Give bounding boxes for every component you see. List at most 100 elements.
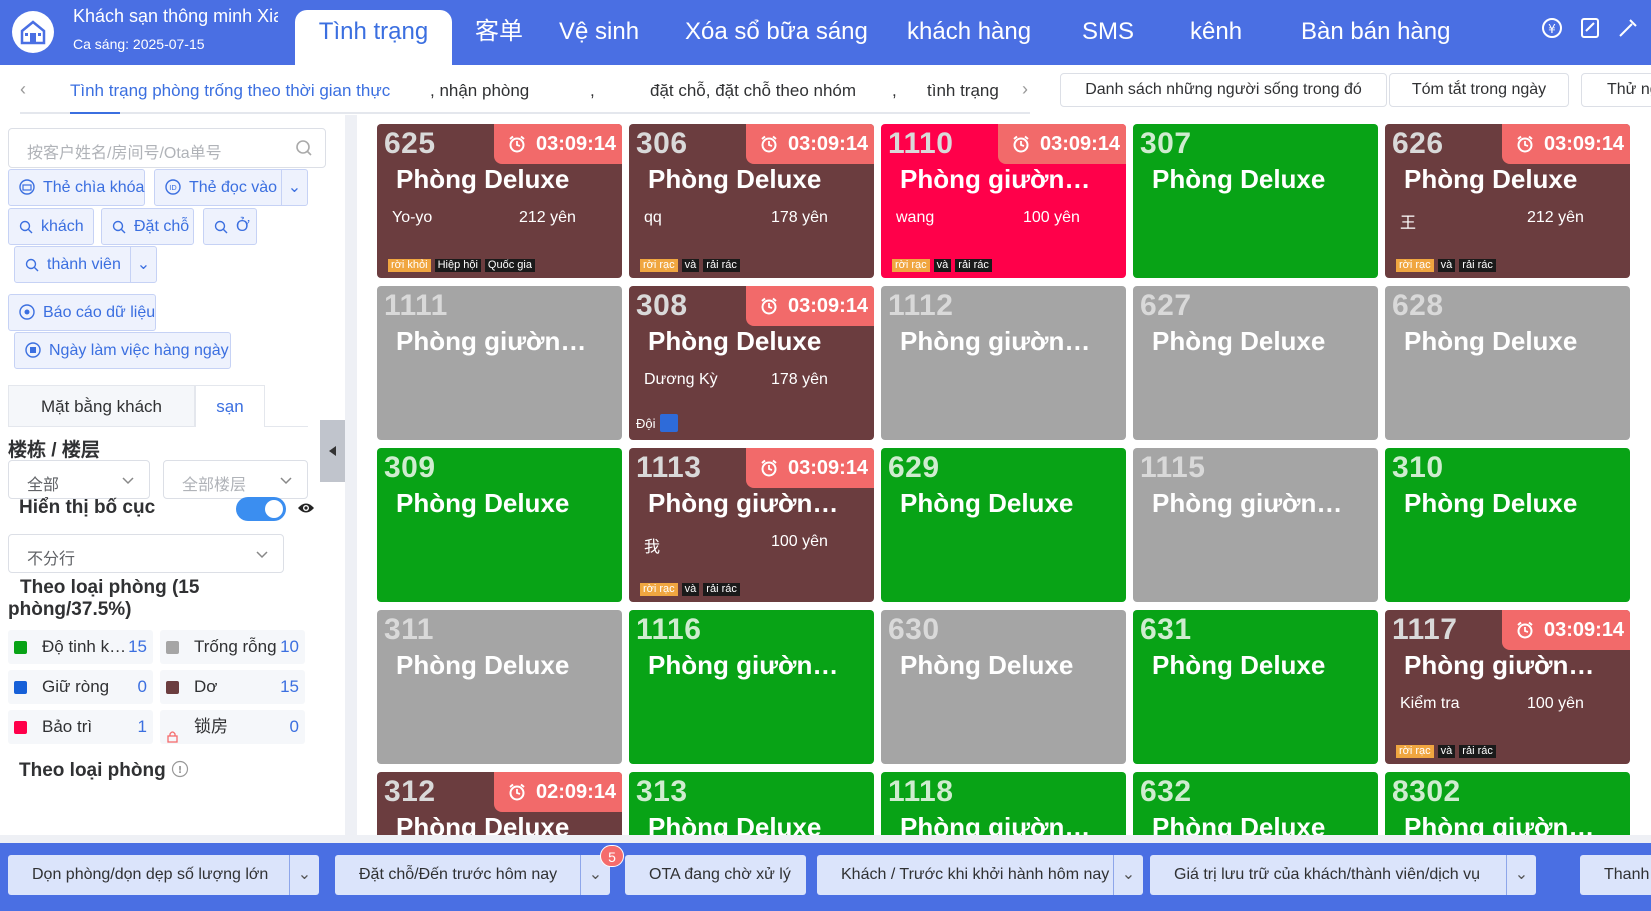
chevron-down-icon[interactable]: ⌄ <box>130 247 156 282</box>
chevron-down-icon[interactable]: ⌄ <box>281 170 307 205</box>
workday-label: Ngày làm việc hàng ngày <box>49 342 229 359</box>
workday-button[interactable]: Ngày làm việc hàng ngày <box>14 332 231 369</box>
guest-name: Yo-yo <box>392 209 433 226</box>
ota-pending-button[interactable]: OTA đang chờ xử lý <box>625 855 806 895</box>
room-card-1115[interactable]: 1115 Phòng giường đôi <box>1133 448 1378 602</box>
member-search-button[interactable]: thành viên ⌄ <box>14 246 157 283</box>
chevron-right-icon[interactable]: › <box>1022 79 1028 100</box>
subtab-active-indicator <box>70 112 120 114</box>
layout-toggle[interactable] <box>236 497 286 521</box>
room-card-311[interactable]: 311 Phòng Deluxe <box>377 610 622 764</box>
stat-reserved[interactable]: Giữ ròng 0 <box>8 670 153 704</box>
booking-arrivals-button[interactable]: Đặt chỗ/Đến trước hôm nay ⌄ <box>335 855 610 895</box>
nav-channel[interactable]: kênh <box>1190 10 1301 65</box>
shift-label: Ca sáng: 2025-07-15 <box>73 36 205 52</box>
room-card-310[interactable]: 310 Phòng Deluxe <box>1385 448 1630 602</box>
room-card-629[interactable]: 629 Phòng Deluxe <box>881 448 1126 602</box>
room-card-306[interactable]: 306 Phòng Deluxe 03:09:14 qq 178 yên rời rạc v… <box>629 124 874 278</box>
daily-summary-button[interactable]: Tóm tắt trong ngày <box>1389 73 1569 107</box>
guest-name: 我 <box>644 539 661 556</box>
room-card-632[interactable]: 632 Phòng Deluxe <box>1133 772 1378 835</box>
read-card-button[interactable]: ID Thẻ đọc vào ⌄ <box>154 169 308 206</box>
nav-breakfast[interactable]: Xóa sổ bữa sáng <box>685 10 907 65</box>
bulk-cleaning-button[interactable]: Dọn phòng/dọn dẹp số lượng lớn ⌄ <box>8 855 319 895</box>
data-report-button[interactable]: Báo cáo dữ liệu <box>8 294 156 331</box>
stored-value-button[interactable]: Giá trị lưu trữ của khách/thành viên/dịc… <box>1150 855 1536 895</box>
room-tag: và <box>681 583 700 596</box>
chevron-down-icon[interactable]: ⌄ <box>1113 855 1143 895</box>
room-card-309[interactable]: 309 Phòng Deluxe <box>377 448 622 602</box>
room-card-1112[interactable]: 1112 Phòng giường đôi <box>881 286 1126 440</box>
room-card-631[interactable]: 631 Phòng Deluxe <box>1133 610 1378 764</box>
room-card-1117[interactable]: 1117 Phòng giường đôi 03:09:14 Kiểm tra 100 … <box>1385 610 1630 764</box>
room-card-625[interactable]: 625 Phòng Deluxe 03:09:14 Yo-yo 212 yên rời k… <box>377 124 622 278</box>
booking-search-button[interactable]: Đặt chỗ <box>101 208 194 245</box>
chevron-left-icon[interactable]: ‹ <box>20 79 26 100</box>
stat-dirty[interactable]: Dơ 15 <box>160 670 305 704</box>
room-card-627[interactable]: 627 Phòng Deluxe <box>1133 286 1378 440</box>
room-number: 306 <box>636 127 688 160</box>
nav-customers[interactable]: khách hàng <box>907 10 1082 65</box>
room-card-628[interactable]: 628 Phòng Deluxe <box>1385 286 1630 440</box>
guest-search-button[interactable]: khách <box>8 208 94 245</box>
room-tags: rời rạc và rải rác <box>1396 259 1496 272</box>
stay-search-button[interactable]: Ở <box>203 208 257 245</box>
nav-cleaning[interactable]: Vệ sinh <box>552 10 685 65</box>
room-card-307[interactable]: 307 Phòng Deluxe <box>1133 124 1378 278</box>
room-card-1118[interactable]: 1118 Phòng giường đôi <box>881 772 1126 835</box>
room-tag: rải rác <box>1459 745 1496 758</box>
stat-color-swatch <box>14 681 27 694</box>
eye-icon[interactable] <box>297 501 315 520</box>
room-tag: rải rác <box>1459 259 1496 272</box>
nav-status[interactable]: Tình trạng <box>295 10 452 65</box>
room-card-626[interactable]: 626 Phòng Deluxe 03:09:14 王 212 yên rời rạc và… <box>1385 124 1630 278</box>
nav-sms[interactable]: SMS <box>1082 10 1190 65</box>
room-card-1110[interactable]: 1110 Phòng giường đôi 03:09:14 wang 100 yên r… <box>881 124 1126 278</box>
chevron-down-icon[interactable]: ⌄ <box>1506 855 1536 895</box>
room-type: Phòng Deluxe <box>1404 164 1578 194</box>
edit-document-icon[interactable] <box>1578 16 1604 42</box>
room-card-1116[interactable]: 1116 Phòng giường đôi <box>629 610 874 764</box>
room-card-308[interactable]: 308 Phòng Deluxe 03:09:14 Dương Kỳ 178 yên Độ… <box>629 286 874 440</box>
payment-label: Thanh <box>1604 866 1650 883</box>
subtab-checkin[interactable]: , nhận phòng <box>430 81 590 101</box>
layout-select[interactable]: 不分行 <box>8 534 284 573</box>
subtab-booking[interactable]: đặt chỗ, đặt chỗ theo nhóm <box>650 81 892 101</box>
stat-vacant[interactable]: Trống rỗng 10 <box>160 630 305 664</box>
collapse-sidebar-handle[interactable] <box>320 420 345 482</box>
nav-orders[interactable]: 客单 <box>452 10 552 65</box>
stat-locked[interactable]: 锁房 0 <box>160 710 305 744</box>
room-card-1111[interactable]: 1111 Phòng giường đôi <box>377 286 622 440</box>
residents-list-button[interactable]: Danh sách những người sống trong đó <box>1060 73 1387 107</box>
room-card-312[interactable]: 312 Phòng Deluxe 02:09:14 <box>377 772 622 835</box>
nav-sales-desk[interactable]: Bàn bán hàng <box>1301 10 1450 65</box>
room-tags: rời rạc và rải rác <box>1396 745 1496 758</box>
search-input[interactable]: 按客户姓名/房间号/Ota单号 <box>8 128 326 168</box>
team-icon <box>659 414 678 432</box>
room-tags: rời rạc và rải rác <box>640 583 740 596</box>
stat-clean[interactable]: Độ tinh khiết 15 <box>8 630 153 664</box>
departures-button[interactable]: Khách / Trước khi khởi hành hôm nay ⌄ <box>817 855 1143 895</box>
key-card-button[interactable]: Thẻ chìa khóa <box>8 169 145 206</box>
room-card-1113[interactable]: 1113 Phòng giường đôi 03:09:14 我 100 yên rời … <box>629 448 874 602</box>
room-type: Phòng Deluxe <box>648 812 822 835</box>
payment-button[interactable]: Thanh <box>1580 855 1651 895</box>
subtab-status[interactable]: tình trạng <box>927 81 999 101</box>
tools-icon[interactable] <box>1616 16 1642 42</box>
floor-select[interactable]: 全部楼层 <box>163 460 308 499</box>
info-icon[interactable]: ! <box>171 760 189 778</box>
more-button[interactable]: Thử ng <box>1581 73 1651 107</box>
exchange-icon[interactable]: ¥ <box>1540 16 1566 42</box>
room-tag: Hiệp hội <box>434 259 481 272</box>
room-card-630[interactable]: 630 Phòng Deluxe <box>881 610 1126 764</box>
room-tag: rải rác <box>955 259 992 272</box>
chevron-down-icon[interactable]: ⌄ <box>289 855 319 895</box>
building-select[interactable]: 全部 <box>8 460 150 499</box>
tab-hotel[interactable]: sạn <box>195 385 265 427</box>
subtab-realtime[interactable]: Tình trạng phòng trống theo thời gian th… <box>70 81 430 101</box>
room-card-313[interactable]: 313 Phòng Deluxe <box>629 772 874 835</box>
tab-guest-plan[interactable]: Mặt bằng khách <box>8 385 195 427</box>
room-card-8302[interactable]: 8302 Phòng giường đôi <box>1385 772 1630 835</box>
search-icon[interactable] <box>295 139 313 157</box>
stat-maintenance[interactable]: Bảo trì 1 <box>8 710 153 744</box>
